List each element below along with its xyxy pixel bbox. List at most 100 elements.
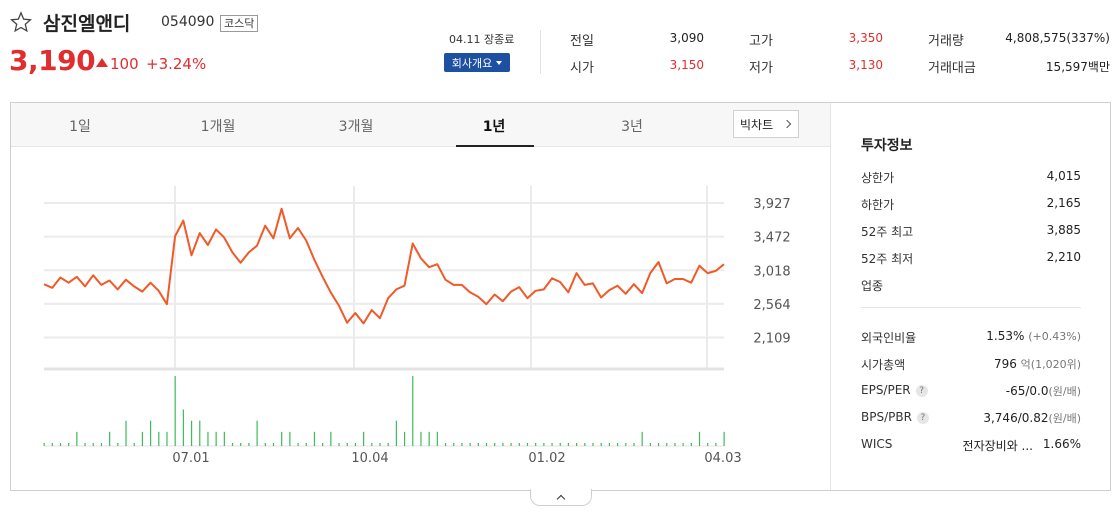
y-tick-label: 2,564 [753,298,790,313]
sector-row: 업종 [861,277,1081,295]
active-tab-indicator [456,145,534,147]
volume-bar [502,443,504,446]
divider [540,30,541,74]
volume-bar [248,443,250,446]
volume-bar [641,431,643,446]
price-chart: 3,927 3,472 3,018 2,564 2,109 07.01 10.04 01.0… [43,186,791,466]
volume-bar [412,376,414,446]
lower-limit-label: 하한가 [861,198,895,212]
volume-bar [707,443,709,446]
stock-name: 삼진엘앤디 [43,13,131,35]
lower-limit-row: 하한가 2,165 [861,196,1081,214]
investment-info-panel: 투자정보 상한가 4,015 하한가 2,165 52주 최고 3,885 52… [830,103,1110,490]
bps-pbr-value: 3,746/0.82 [983,411,1049,425]
upper-limit-row: 상한가 4,015 [861,169,1081,187]
tab-3y[interactable]: 3년 [621,116,643,136]
eps-per-unit: (원/배) [1048,385,1081,398]
volume-bar [535,443,537,446]
volume-value: 4,808,575(337%) [1005,31,1110,45]
volume-bar [453,443,455,446]
volume-bar [674,443,676,446]
y-tick-label: 3,472 [753,231,790,246]
volume-bar [190,420,193,446]
prev-close-value: 3,090 [669,31,704,45]
volume-bar [338,443,340,446]
foreign-ratio-value: 1.53% [986,329,1025,343]
y-tick-label: 3,927 [753,197,790,212]
volume-bar [174,376,176,446]
high-label: 고가 [749,34,773,49]
volume-label: 거래량 [928,34,964,49]
lower-limit-value: 2,165 [1046,196,1081,210]
low52-row: 52주 최저 2,210 [861,250,1081,268]
volume-bar [395,420,397,446]
x-tick-label: 10.04 [351,451,388,466]
volume-bar [584,443,586,446]
up-arrow-icon [96,58,108,67]
market-date-status: 04.11 장종료 [449,33,515,46]
volume-bar [125,420,127,446]
volume-bar [297,443,299,446]
volume-bar [322,443,324,446]
volume-bar [690,443,692,446]
wics-sector-link[interactable]: 전자장비와 ... [963,437,1033,454]
company-overview-label: 회사개요 [451,56,493,70]
collapse-toggle[interactable] [530,489,592,506]
volume-bar [371,443,373,446]
divider [861,307,1081,308]
volume-bar [150,420,152,446]
volume-bar [182,409,184,446]
company-overview-button[interactable]: 회사개요 [444,53,510,72]
tab-1y[interactable]: 1년 [483,116,506,136]
low52-label: 52주 최저 [861,252,914,266]
volume-bar [403,431,406,446]
high52-label: 52주 최고 [861,225,914,239]
market-badge: 코스닥 [220,15,259,32]
tab-1m[interactable]: 1개월 [201,116,236,136]
volume-bar [592,443,594,446]
upper-limit-value: 4,015 [1046,169,1081,183]
volume-bar [305,443,307,446]
volume-bar [666,443,668,446]
volume-bar [715,443,717,446]
volume-bar [625,443,627,446]
stock-code: 054090 [161,14,215,30]
wics-row: WICS 전자장비와 ... 1.66% [861,437,1081,455]
volume-bar [723,431,725,446]
volume-bar [543,443,545,446]
price-series-line [43,207,725,325]
help-icon[interactable]: ? [915,385,928,397]
volume-bar [698,431,701,446]
volume-bar [109,431,111,446]
volume-bar [281,431,283,446]
volume-bar [510,443,512,446]
volume-bar [363,431,365,446]
low-value: 3,130 [848,58,883,72]
stock-header: 삼진엘앤디 054090 코스닥 3,190 100 +3.24% 04.11 … [0,0,1120,100]
volume-bar [600,443,602,446]
volume-bar [68,443,70,446]
tab-1d[interactable]: 1일 [69,116,91,136]
favorite-star-icon[interactable] [10,11,32,33]
high-value: 3,350 [848,31,883,45]
foreign-ratio-change: (+0.43%) [1028,330,1081,343]
market-cap-label: 시가총액 [861,358,906,372]
big-chart-button[interactable]: 빅차트 [733,110,799,138]
volume-bar [231,443,234,446]
high52-row: 52주 최고 3,885 [861,223,1081,241]
volume-bar [346,443,348,446]
volume-bar [551,443,553,446]
y-tick-label: 2,109 [753,332,790,347]
volume-bar [494,443,496,446]
chevron-up-icon [556,494,566,504]
volume-bar [256,420,258,446]
volume-bar [608,443,611,446]
chart-info-box: 1일 1개월 3개월 1년 3년 빅차트 3,927 3,472 3,018 2,56… [10,102,1111,491]
volume-bar [84,443,86,446]
help-icon[interactable]: ? [916,412,929,424]
x-tick-label: 01.02 [528,451,565,466]
tab-3m[interactable]: 3개월 [339,116,374,136]
market-cap-unit: 억 [1020,358,1031,371]
wics-change: 1.66% [1042,437,1081,451]
volume-bar [461,443,463,446]
